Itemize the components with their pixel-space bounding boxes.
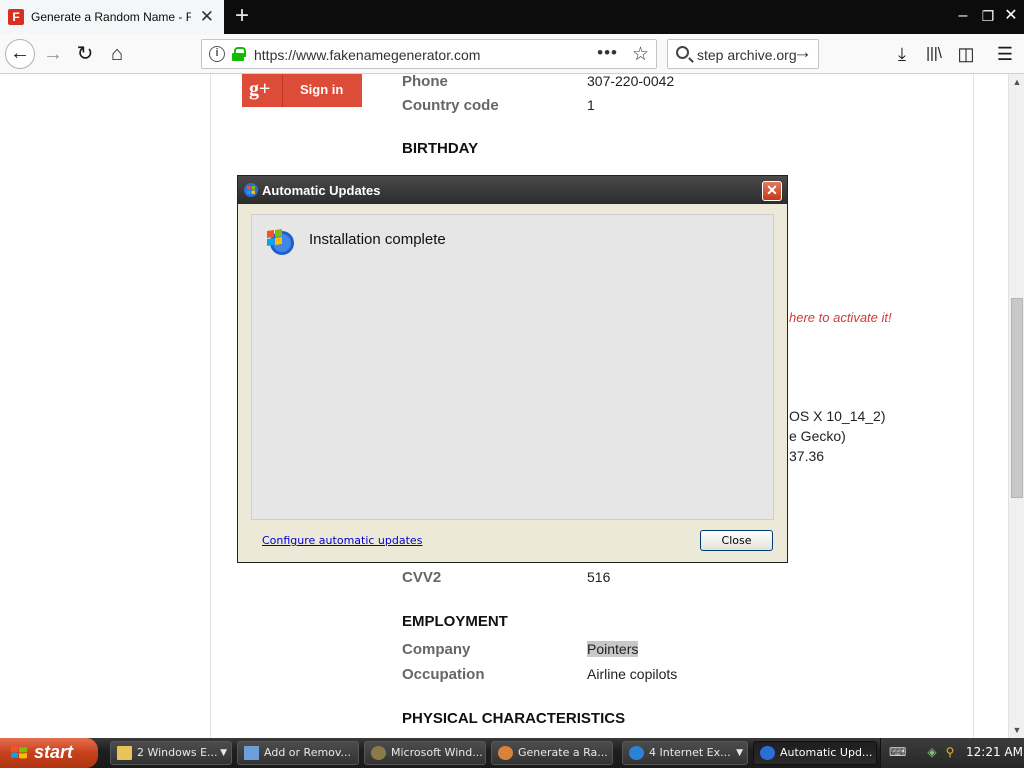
home-button[interactable]: ⌂ — [102, 39, 132, 69]
user-agent-line-2: e Gecko) — [789, 428, 846, 444]
tab-title: Generate a Random Name - Fake Name Gener… — [31, 10, 191, 24]
add-remove-icon — [244, 746, 259, 760]
clock[interactable]: 12:21 AM — [966, 745, 1023, 759]
configure-updates-link[interactable]: Configure automatic updates — [262, 534, 422, 547]
phone-value: 307-220-0042 — [587, 74, 675, 89]
task-label: Add or Remov... — [264, 746, 352, 759]
bookmark-star-icon[interactable]: ☆ — [632, 43, 649, 66]
windows-update-icon — [371, 746, 386, 760]
user-agent-line-3: 37.36 — [789, 448, 825, 464]
button-divider — [282, 74, 283, 107]
ie-icon — [629, 746, 644, 760]
google-plus-signin-button[interactable]: g+ Sign in — [242, 74, 362, 107]
cvv-value: 516 — [587, 569, 611, 585]
task-label: Generate a Ra... — [518, 746, 608, 759]
keyboard-icon[interactable]: ⌨ — [889, 745, 906, 759]
activate-link[interactable]: here to activate it! — [789, 310, 892, 325]
new-tab-button[interactable]: + — [230, 3, 254, 29]
phone-label: Phone — [402, 74, 448, 90]
browser-tab[interactable]: F Generate a Random Name - Fake Name Gen… — [0, 0, 224, 34]
system-tray: ⌨ ◈ ⚲ 12:21 AM — [880, 738, 1024, 768]
start-label: start — [34, 742, 74, 762]
user-agent-line-1: OS X 10_14_2) — [789, 408, 886, 424]
physical-heading: PHYSICAL CHARACTERISTICS — [402, 710, 626, 727]
taskbar: start 2 Windows E... ▼ Add or Remov... M… — [0, 738, 1024, 768]
cvv-label: CVV2 — [402, 569, 442, 586]
group-arrow-icon: ▼ — [736, 748, 743, 758]
google-plus-icon: g+ — [249, 78, 271, 100]
forward-button[interactable]: → — [38, 39, 68, 69]
taskbar-item-microsoft-windows[interactable]: Microsoft Wind... — [364, 741, 486, 765]
country-code-label: Country code — [402, 97, 499, 114]
network-icon[interactable]: ◈ — [925, 745, 939, 759]
occupation-label: Occupation — [402, 666, 485, 683]
windows-update-icon — [760, 746, 775, 760]
page-actions-icon[interactable]: ••• — [597, 43, 618, 63]
sidebar-icon[interactable]: ◫ — [953, 40, 979, 68]
company-value: Pointers — [587, 641, 639, 657]
scrollbar-thumb[interactable] — [1011, 298, 1023, 498]
vertical-scrollbar[interactable]: ▲ ▼ — [1008, 74, 1024, 738]
firefox-icon — [498, 746, 513, 760]
task-label: Microsoft Wind... — [391, 746, 483, 759]
windows-update-icon — [267, 229, 294, 255]
dialog-message: Installation complete — [309, 231, 446, 248]
close-button[interactable]: Close — [700, 530, 773, 551]
tab-strip: F Generate a Random Name - Fake Name Gen… — [0, 0, 1024, 34]
task-label: 4 Internet Ex... — [649, 746, 731, 759]
scroll-up-icon[interactable]: ▲ — [1010, 75, 1024, 89]
taskbar-item-automatic-updates[interactable]: Automatic Upd... — [753, 741, 877, 765]
birthday-heading: BIRTHDAY — [402, 140, 479, 157]
automatic-updates-dialog: Automatic Updates ✕ Installation complet… — [237, 175, 788, 563]
back-button[interactable]: ← — [5, 39, 35, 69]
search-go-icon[interactable]: → — [793, 42, 812, 64]
dialog-message-panel: Installation complete — [251, 214, 774, 520]
address-bar[interactable]: i https://www.fakenamegenerator.com ••• … — [201, 39, 657, 69]
tab-close-icon[interactable]: ✕ — [200, 8, 214, 25]
occupation-value: Airline copilots — [587, 666, 678, 682]
site-info-icon[interactable]: i — [209, 46, 225, 62]
employment-heading: EMPLOYMENT — [402, 613, 508, 630]
country-code-value: 1 — [587, 97, 595, 113]
search-input[interactable]: step archive.org — [697, 47, 797, 63]
dialog-close-icon[interactable]: ✕ — [762, 181, 782, 201]
search-icon — [676, 46, 689, 59]
company-label: Company — [402, 641, 471, 658]
taskbar-item-internet-explorer[interactable]: 4 Internet Ex... ▼ — [622, 741, 748, 765]
navigation-toolbar: ← → ↻ ⌂ i https://www.fakenamegenerator.… — [0, 34, 1024, 74]
signin-label: Sign in — [300, 82, 344, 97]
window-close-icon[interactable]: ✕ — [1000, 6, 1022, 26]
taskbar-item-firefox[interactable]: Generate a Ra... — [491, 741, 613, 765]
site-favicon-icon: F — [8, 9, 24, 25]
windows-update-icon — [244, 183, 258, 197]
dialog-titlebar[interactable]: Automatic Updates ✕ — [238, 176, 787, 204]
downloads-icon[interactable]: ⤓ — [889, 40, 915, 68]
reload-button[interactable]: ↻ — [70, 39, 100, 69]
task-label: Automatic Upd... — [780, 746, 873, 759]
windows-logo-icon — [11, 746, 27, 759]
folder-icon — [117, 746, 132, 760]
menu-icon[interactable]: ☰ — [992, 40, 1018, 68]
library-icon[interactable]: |||\ — [921, 40, 947, 68]
minimize-icon[interactable]: – — [952, 6, 974, 26]
group-arrow-icon: ▼ — [220, 748, 227, 758]
url-text[interactable]: https://www.fakenamegenerator.com — [254, 47, 480, 63]
lock-icon — [232, 47, 246, 61]
taskbar-item-windows-explorer[interactable]: 2 Windows E... ▼ — [110, 741, 232, 765]
taskbar-item-add-remove[interactable]: Add or Remov... — [237, 741, 359, 765]
task-label: 2 Windows E... — [137, 746, 218, 759]
search-tray-icon[interactable]: ⚲ — [943, 745, 957, 759]
restore-icon[interactable]: ❐ — [977, 6, 999, 26]
dialog-title: Automatic Updates — [262, 183, 381, 198]
scroll-down-icon[interactable]: ▼ — [1010, 723, 1024, 737]
search-bar[interactable]: step archive.org → — [667, 39, 819, 69]
start-button[interactable]: start — [0, 738, 98, 768]
